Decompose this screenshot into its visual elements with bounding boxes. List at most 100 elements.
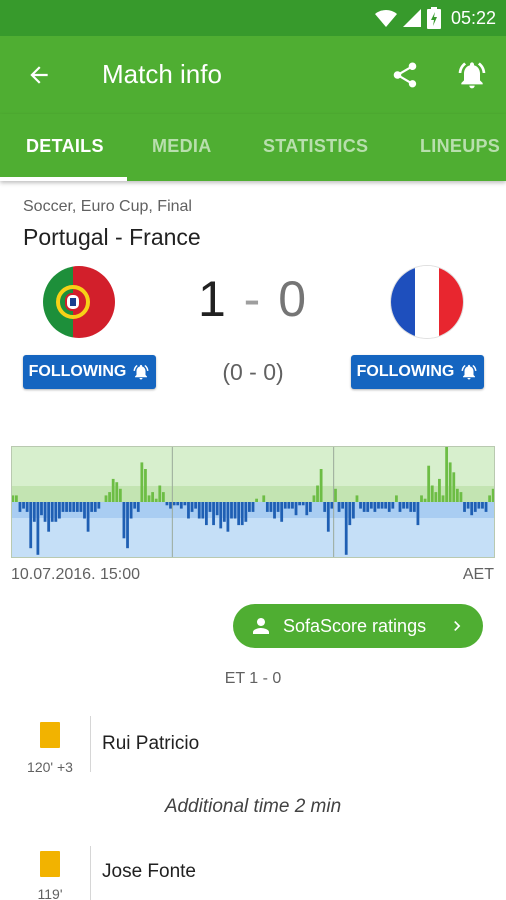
momentum-bar-home [423, 498, 427, 502]
home-team-flag[interactable] [43, 266, 115, 338]
momentum-bar-home [430, 485, 434, 502]
tab-details[interactable]: DETAILS [26, 114, 104, 181]
momentum-graph[interactable] [11, 446, 495, 558]
bell-ringing-icon [133, 364, 149, 380]
share-button[interactable] [386, 56, 424, 94]
momentum-bar-away [32, 502, 36, 522]
momentum-bar-away [133, 502, 137, 509]
tab-bar: DETAILS MEDIA STATISTICS LINEUPS [0, 114, 506, 181]
app-bar: Match info [0, 36, 506, 114]
momentum-bar-away [58, 502, 61, 519]
match-name: Portugal - France [23, 224, 201, 250]
momentum-bar-away [72, 502, 76, 512]
match-score: 1 - 0 [160, 270, 346, 328]
follow-away-button[interactable]: FOLLOWING [351, 355, 484, 389]
follow-home-button[interactable]: FOLLOWING [23, 355, 156, 389]
momentum-bar-away [409, 502, 413, 512]
momentum-bar-away [240, 502, 244, 526]
momentum-bar-home [104, 495, 108, 502]
momentum-bar-away [50, 502, 54, 522]
away-team-flag[interactable] [391, 266, 463, 338]
momentum-bar-home [488, 495, 492, 502]
wifi-icon [374, 9, 397, 27]
momentum-bar-away [244, 502, 248, 522]
momentum-bar-away [86, 502, 90, 532]
incident-time: 119' [37, 886, 63, 900]
momentum-bar-away [402, 502, 405, 509]
momentum-bar-away [373, 502, 377, 512]
match-status: AET [462, 566, 494, 583]
follow-away-label: FOLLOWING [356, 363, 455, 380]
momentum-bar-away [54, 502, 58, 522]
momentum-bar-away [129, 502, 133, 519]
back-button[interactable] [20, 56, 58, 94]
momentum-bar-away [463, 502, 466, 512]
incident-row[interactable]: 120' +3 Rui Patricio [0, 714, 506, 784]
momentum-bar-away [122, 502, 126, 539]
momentum-bar-home [154, 498, 158, 502]
graph-away-zone [11, 518, 495, 558]
momentum-bar-away [169, 502, 172, 509]
score-separator: - [243, 271, 263, 327]
momentum-bar-away [197, 502, 201, 519]
bell-ringing-icon [461, 364, 477, 380]
momentum-bar-away [183, 502, 187, 506]
momentum-bar-away [65, 502, 68, 512]
tab-lineups[interactable]: LINEUPS [420, 114, 500, 181]
incident-row[interactable]: 119' Jose Fonte [0, 842, 506, 900]
tab-media[interactable]: MEDIA [152, 114, 212, 181]
momentum-bar-away [362, 502, 366, 512]
momentum-bar-home [441, 495, 445, 502]
momentum-bar-home [455, 488, 459, 502]
match-date: 10.07.2016. 15:00 [11, 566, 141, 583]
momentum-bar-away [90, 502, 94, 512]
momentum-bar-home [452, 472, 456, 502]
momentum-bar-away [126, 502, 129, 549]
momentum-bar-away [294, 502, 298, 516]
momentum-bar-away [298, 502, 301, 506]
momentum-bar-home [108, 492, 111, 502]
match-category: Soccer, Euro Cup, Final [23, 198, 192, 215]
momentum-bar-home [144, 469, 147, 502]
status-icons: 05:22 [374, 6, 496, 30]
momentum-bar-away [172, 502, 176, 506]
momentum-bar-away [473, 502, 477, 512]
momentum-bar-away [219, 502, 223, 529]
cell-signal-icon [402, 9, 421, 27]
momentum-bar-home [14, 495, 18, 502]
momentum-bar-away [416, 502, 420, 526]
momentum-bar-home [438, 478, 441, 502]
momentum-bar-home [420, 495, 423, 502]
momentum-bar-away [165, 502, 169, 506]
sofascore-ratings-button[interactable]: SofaScore ratings [233, 604, 483, 648]
momentum-bar-home [140, 462, 144, 502]
momentum-bar-away [68, 502, 72, 512]
momentum-bar-away [208, 502, 212, 512]
page-title: Match info [102, 59, 222, 89]
momentum-bar-away [323, 502, 327, 512]
momentum-bar-away [47, 502, 51, 532]
momentum-bar-away [36, 502, 40, 555]
tab-indicator [0, 177, 127, 181]
momentum-bar-away [212, 502, 215, 526]
yellow-card-icon [40, 851, 60, 877]
tab-statistics[interactable]: STATISTICS [263, 114, 368, 181]
momentum-bar-away [136, 502, 140, 512]
momentum-bar-away [97, 502, 101, 509]
momentum-bar-home [147, 495, 151, 502]
momentum-bar-home [334, 488, 337, 502]
incident-divider [90, 716, 91, 772]
momentum-bar-home [355, 495, 359, 502]
momentum-bar-away [269, 502, 273, 512]
momentum-bar-home [448, 462, 452, 502]
share-icon [393, 62, 417, 88]
notification-button[interactable] [452, 56, 492, 94]
momentum-bar-away [205, 502, 208, 526]
momentum-bar-home [445, 446, 448, 502]
momentum-bar-away [330, 502, 334, 509]
momentum-bar-away [470, 502, 474, 516]
momentum-bar-away [273, 502, 276, 519]
momentum-bar-away [337, 502, 341, 512]
momentum-bar-home [158, 485, 162, 502]
momentum-bar-home [395, 495, 398, 502]
